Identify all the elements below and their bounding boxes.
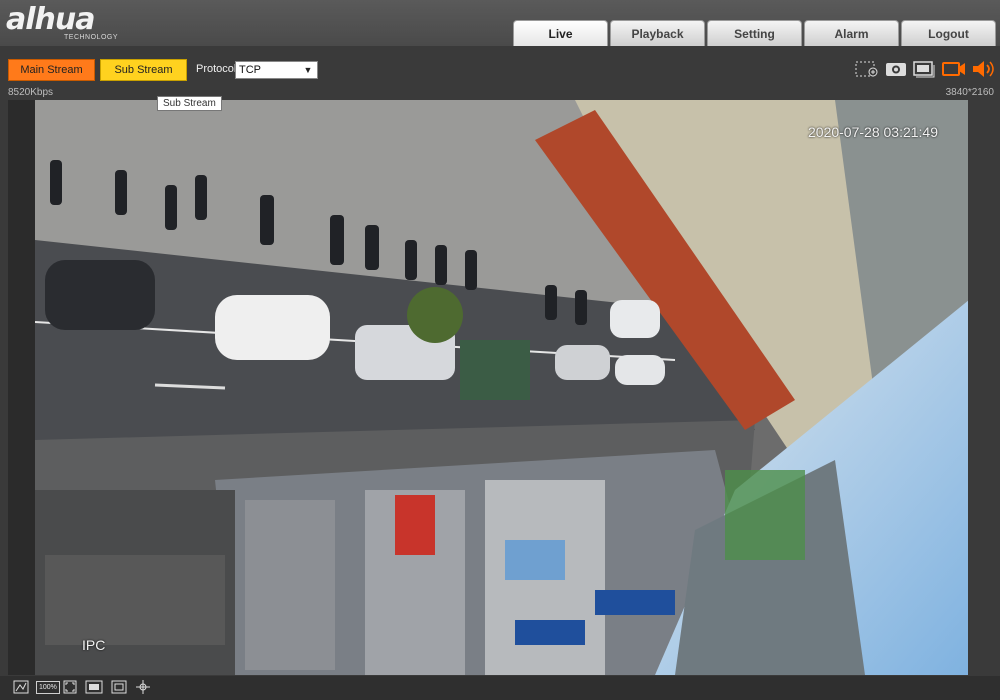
live-video-area[interactable]: 2020-07-28 03:21:49 IPC <box>8 100 968 675</box>
main-stream-button[interactable]: Main Stream <box>8 59 95 81</box>
audio-icon[interactable] <box>971 59 995 79</box>
sub-stream-button[interactable]: Sub Stream <box>100 59 187 81</box>
header-bar: alhua TECHNOLOGY Live Playback Setting A… <box>0 0 1000 46</box>
chevron-down-icon: ▼ <box>303 65 313 75</box>
live-toolbar: Main Stream Sub Stream Protocol TCP ▼ <box>0 46 1000 86</box>
sub-stream-tooltip: Sub Stream <box>157 96 222 111</box>
ptz-icon[interactable] <box>134 679 152 695</box>
record-icon[interactable] <box>941 59 967 79</box>
zoom-100-label: 100% <box>36 680 60 694</box>
smart-icon[interactable] <box>110 679 128 695</box>
zoom-region-icon[interactable] <box>855 59 879 79</box>
dahua-logo: alhua TECHNOLOGY <box>6 2 126 42</box>
tab-setting[interactable]: Setting <box>707 20 802 46</box>
zoom-100-icon[interactable]: 100% <box>36 679 60 695</box>
fullscreen-icon[interactable] <box>62 679 78 695</box>
fisheye-icon[interactable] <box>12 679 30 695</box>
main-tabs: Live Playback Setting Alarm Logout <box>513 20 996 46</box>
tab-playback[interactable]: Playback <box>610 20 705 46</box>
camera-feed[interactable]: 2020-07-28 03:21:49 IPC <box>35 100 968 675</box>
tab-alarm[interactable]: Alarm <box>804 20 899 46</box>
video-controls-bar: 100% <box>0 676 1000 700</box>
tab-logout[interactable]: Logout <box>901 20 996 46</box>
tab-live[interactable]: Live <box>513 20 608 46</box>
protocol-label: Protocol <box>196 63 237 75</box>
protocol-select[interactable]: TCP ▼ <box>235 61 318 79</box>
snapshot-icon[interactable] <box>884 59 908 79</box>
protocol-value: TCP <box>239 64 261 76</box>
video-timestamp: 2020-07-28 03:21:49 <box>808 124 938 140</box>
logo-subtitle: TECHNOLOGY <box>64 34 119 41</box>
logo-text: alhua <box>6 2 95 37</box>
street-scene-image <box>35 100 968 675</box>
triple-snapshot-icon[interactable] <box>912 59 936 79</box>
ratio-icon[interactable] <box>84 679 104 695</box>
channel-name: IPC <box>82 637 106 653</box>
resolution-readout: 3840*2160 <box>945 87 994 98</box>
bitrate-readout: 8520Kbps <box>8 87 54 98</box>
